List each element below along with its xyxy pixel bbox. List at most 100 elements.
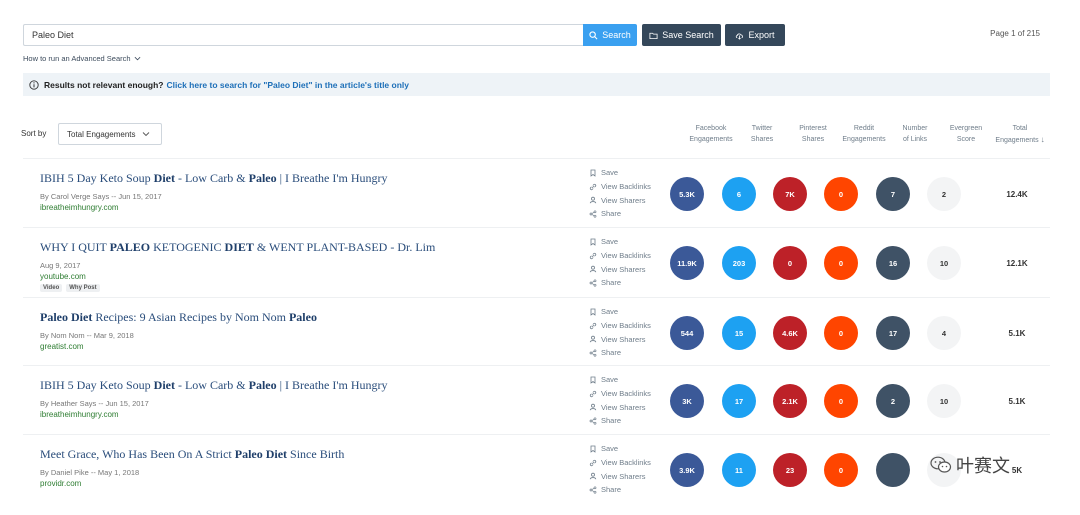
view-backlinks-action[interactable]: View Backlinks: [589, 387, 651, 401]
pinterest-metric-circle: 23: [773, 453, 807, 487]
bookmark-icon: [590, 445, 596, 453]
twitter-metric-circle: 203: [722, 246, 756, 280]
bookmark-icon: [590, 308, 596, 316]
pinterest-metric-circle: 7K: [773, 177, 807, 211]
facebook-metric-value: 5.3K: [679, 189, 695, 199]
article-actions: Save View Backlinks View Sharers Share: [589, 166, 651, 221]
advanced-search-link[interactable]: How to run an Advanced Search: [23, 54, 141, 63]
article-title-link[interactable]: WHY I QUIT PALEO KETOGENIC DIET & WENT P…: [40, 240, 435, 255]
article-tag[interactable]: Why Post: [66, 284, 100, 292]
share-action[interactable]: Share: [589, 414, 651, 428]
title-only-search-link[interactable]: Click here to search for "Paleo Diet" in…: [167, 80, 410, 90]
view-sharers-action[interactable]: View Sharers: [589, 469, 651, 483]
article-actions: Save View Backlinks View Sharers Share: [589, 235, 651, 290]
share-icon: [589, 349, 597, 357]
article-meta: By Carol Verge Says -- Jun 15, 2017: [40, 192, 162, 201]
view-sharers-action[interactable]: View Sharers: [589, 332, 651, 346]
links-metric-value: 17: [888, 328, 898, 338]
article-domain-link[interactable]: greatist.com: [40, 342, 84, 351]
save-action[interactable]: Save: [589, 442, 651, 456]
pinterest-metric-value: 4.6K: [782, 328, 798, 338]
folder-icon: [649, 32, 658, 39]
action-label: View Sharers: [601, 334, 646, 344]
facebook-metric-circle: 3.9K: [670, 453, 704, 487]
facebook-metric-value: 3.9K: [679, 465, 695, 475]
share-action[interactable]: Share: [589, 276, 651, 290]
sort-value: Total Engagements: [67, 129, 136, 139]
save-action[interactable]: Save: [589, 373, 651, 387]
view-backlinks-action[interactable]: View Backlinks: [589, 180, 651, 194]
view-backlinks-action[interactable]: View Backlinks: [589, 319, 651, 333]
links-metric-circle: 2: [876, 384, 910, 418]
links-metric-circle: 17: [876, 316, 910, 350]
search-button[interactable]: Search: [583, 24, 637, 46]
column-header-total[interactable]: Total Engagements ↓: [990, 123, 1050, 146]
sort-select[interactable]: Total Engagements: [58, 123, 162, 145]
save-search-button[interactable]: Save Search: [642, 24, 721, 46]
links-metric-value: 2: [890, 396, 896, 406]
share-action[interactable]: Share: [589, 346, 651, 360]
action-label: View Backlinks: [601, 251, 651, 261]
save-action[interactable]: Save: [589, 166, 651, 180]
links-metric-circle: 16: [876, 246, 910, 280]
search-input[interactable]: [23, 24, 583, 46]
export-button[interactable]: Export: [725, 24, 785, 46]
article-domain-link[interactable]: ibreatheimhungry.com: [40, 203, 119, 212]
action-label: View Sharers: [601, 264, 646, 274]
save-action[interactable]: Save: [589, 235, 651, 249]
article-title-link[interactable]: Meet Grace, Who Has Been On A Strict Pal…: [40, 447, 344, 462]
article-title-link[interactable]: Paleo Diet Recipes: 9 Asian Recipes by N…: [40, 310, 317, 325]
reddit-metric-value: 0: [838, 465, 844, 475]
view-sharers-action[interactable]: View Sharers: [589, 400, 651, 414]
links-metric-value: 7: [890, 189, 896, 199]
reddit-metric-value: 0: [838, 258, 844, 268]
reddit-metric-value: 0: [838, 396, 844, 406]
action-label: View Backlinks: [601, 182, 651, 192]
reddit-metric-circle: 0: [824, 384, 858, 418]
pinterest-metric-value: 7K: [785, 189, 795, 199]
twitter-metric-circle: 17: [722, 384, 756, 418]
save-search-label: Save Search: [662, 30, 714, 40]
search-button-label: Search: [602, 30, 631, 40]
action-label: View Backlinks: [601, 321, 651, 331]
pinterest-metric-value: 2.1K: [782, 396, 798, 406]
article-domain-link[interactable]: ibreatheimhungry.com: [40, 410, 119, 419]
notice-text: Results not relevant enough?: [44, 79, 164, 90]
column-header-evergreen[interactable]: Evergreen Score: [936, 123, 996, 145]
action-label: Save: [601, 444, 619, 454]
twitter-metric-value: 11: [735, 465, 743, 475]
evergreen-metric-circle: 10: [927, 384, 961, 418]
action-label: View Sharers: [601, 402, 646, 412]
article-title-link[interactable]: IBIH 5 Day Keto Soup Diet - Low Carb & P…: [40, 171, 388, 186]
facebook-metric-value: 3K: [682, 396, 692, 406]
article-tag[interactable]: Video: [40, 284, 63, 292]
twitter-metric-circle: 6: [722, 177, 756, 211]
share-action[interactable]: Share: [589, 207, 651, 221]
article-domain-link[interactable]: youtube.com: [40, 272, 86, 281]
share-icon: [589, 486, 597, 494]
user-icon: [589, 336, 597, 343]
facebook-metric-circle: 544: [670, 316, 704, 350]
action-label: View Backlinks: [601, 458, 651, 468]
reddit-metric-circle: 0: [824, 177, 858, 211]
view-backlinks-action[interactable]: View Backlinks: [589, 456, 651, 470]
view-sharers-action[interactable]: View Sharers: [589, 193, 651, 207]
evergreen-metric-circle: 4: [927, 316, 961, 350]
action-label: View Sharers: [601, 471, 646, 481]
link-icon: [589, 390, 597, 397]
reddit-metric-circle: 0: [824, 453, 858, 487]
view-sharers-action[interactable]: View Sharers: [589, 262, 651, 276]
twitter-metric-value: 15: [734, 328, 744, 338]
total-engagements-value: 12.1K: [1006, 259, 1028, 268]
save-action[interactable]: Save: [589, 305, 651, 319]
view-backlinks-action[interactable]: View Backlinks: [589, 249, 651, 263]
chevron-down-icon: [134, 56, 140, 61]
facebook-metric-value: 11.9K: [677, 258, 697, 268]
search-icon: [589, 30, 598, 39]
action-label: Share: [601, 209, 622, 219]
share-action[interactable]: Share: [589, 483, 651, 497]
total-engagements-value: 5.1K: [1008, 397, 1026, 406]
article-title-link[interactable]: IBIH 5 Day Keto Soup Diet - Low Carb & P…: [40, 378, 388, 393]
article-domain-link[interactable]: providr.com: [40, 479, 81, 488]
facebook-metric-circle: 3K: [670, 384, 704, 418]
